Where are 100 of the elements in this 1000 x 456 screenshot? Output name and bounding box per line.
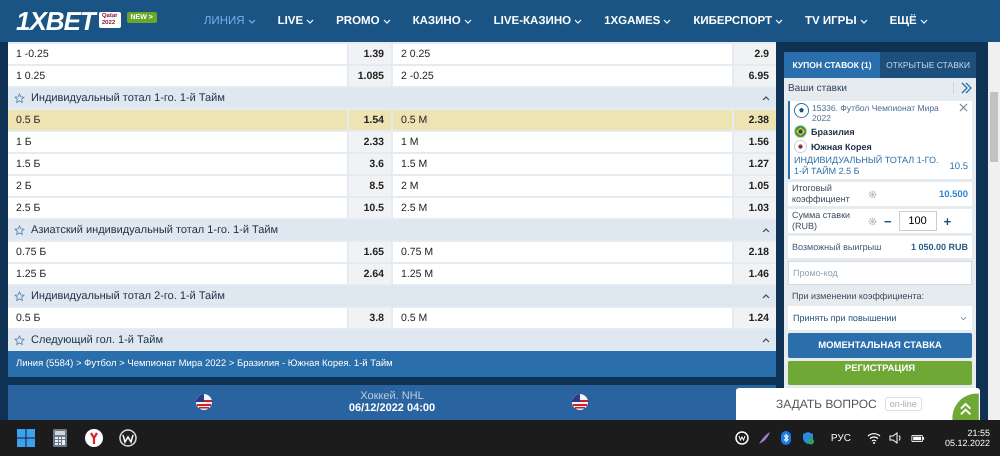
nav-item[interactable]: ЕЩЁ — [878, 15, 939, 27]
market-header[interactable]: Индивидуальный тотал 2-го. 1-й Тайм — [8, 286, 776, 306]
odds-cell[interactable]: 2.9 — [734, 44, 776, 64]
nav-item[interactable]: КИБЕРСПОРТ — [682, 15, 794, 27]
odds-cell[interactable]: 2.64 — [349, 264, 391, 284]
odds-cell[interactable]: 2.18 — [734, 242, 776, 262]
outcome-cell[interactable]: 2 М — [393, 176, 732, 196]
event-name: 15336. Футбол Чемпионат Мира 2022 — [812, 103, 940, 123]
windows-start-icon[interactable] — [16, 428, 36, 448]
outcome-cell[interactable]: 0.5 М — [393, 308, 732, 328]
sport-label: Хоккей. NHL — [360, 390, 424, 402]
outcome-cell[interactable]: 0.5 М — [393, 110, 732, 130]
odds-cell[interactable]: 6.95 — [734, 66, 776, 86]
market-title: Следующий гол. 1-й Тайм — [31, 334, 164, 346]
outcome-cell[interactable]: 0.5 Б — [8, 110, 347, 130]
logo[interactable]: 1XBET — [16, 6, 95, 36]
event-banner[interactable]: Хоккей. NHL 06/12/2022 04:00 — [8, 384, 776, 420]
odds-change-dropdown[interactable]: Принять при повышении — [788, 306, 972, 330]
promo-code-field[interactable]: Промо-код — [788, 261, 972, 285]
feather-icon[interactable] — [756, 431, 771, 445]
double-chevron-icon[interactable] — [953, 82, 972, 94]
chevron-down-icon[interactable] — [248, 18, 256, 24]
market-header[interactable]: Азиатский индивидуальный тотал 1-го. 1-й Тайм — [8, 220, 776, 240]
nav-item[interactable]: TV ИГРЫ — [794, 15, 879, 27]
chevron-down-icon[interactable] — [960, 316, 967, 320]
outcome-cell[interactable]: 1.5 М — [393, 154, 732, 174]
language-indicator[interactable]: РУС — [830, 432, 851, 444]
close-icon[interactable] — [959, 103, 968, 112]
decrease-button[interactable]: − — [881, 214, 895, 228]
odds-cell[interactable]: 1.05 — [734, 176, 776, 196]
clock-date[interactable]: 05.12.2022 — [944, 438, 990, 448]
event-date: 06/12/2022 04:00 — [348, 402, 436, 414]
odds-cell[interactable]: 1.085 — [349, 66, 391, 86]
app-icon[interactable] — [118, 428, 138, 448]
chat-widget[interactable]: ЗАДАТЬ ВОПРОС on-line — [736, 388, 980, 420]
flag-icon — [572, 394, 588, 410]
total-odds-label: Итоговый коэффициент — [792, 183, 851, 205]
outcome-cell[interactable]: 1 М — [393, 132, 732, 152]
nav-item[interactable]: LIVE — [266, 15, 326, 27]
outcome-cell[interactable]: 1.5 Б — [8, 154, 347, 174]
outcome-cell[interactable]: 2.5 М — [393, 198, 732, 218]
odds-cell[interactable]: 8.5 — [349, 176, 391, 196]
odds-cell[interactable]: 2.38 — [734, 110, 776, 130]
outcome-cell[interactable]: 2.5 Б — [8, 198, 347, 218]
your-bets-label: Ваши ставки — [788, 82, 847, 94]
team-name: Бразилия — [811, 126, 855, 136]
outcome-cell[interactable]: 2 Б — [8, 176, 347, 196]
clock-time[interactable]: 21:55 — [967, 428, 990, 438]
outcome-cell[interactable]: 2 -0.25 — [393, 66, 732, 86]
odds-cell[interactable]: 1.24 — [734, 308, 776, 328]
nav-item[interactable]: PROMO — [325, 15, 402, 27]
breadcrumb[interactable]: Линия (5584) > Футбол > Чемпионат Мира 2022 > Бразилия - Южная Корея. 1-й Тайм — [8, 350, 776, 377]
market-title: Азиатский индивидуальный тотал 1-го. 1-й Тайм — [31, 224, 280, 236]
outcome-cell[interactable]: 0.75 Б — [8, 242, 347, 262]
shield-icon[interactable] — [800, 431, 815, 445]
outcome-cell[interactable]: 1 0.25 — [8, 66, 347, 86]
outcome-cell[interactable]: 1 -0.25 — [8, 44, 347, 64]
odds-cell[interactable]: 1.65 — [349, 242, 391, 262]
star-icon[interactable] — [14, 92, 25, 104]
team-name: Южная Корея — [811, 142, 872, 152]
outcome-cell[interactable]: 2 0.25 — [393, 44, 732, 64]
coupon-tab[interactable]: КУПОН СТАВОК (1) — [784, 52, 880, 78]
outcome-cell[interactable]: 0.5 Б — [8, 308, 347, 328]
bet-odds: 10.5 — [950, 160, 968, 172]
star-icon[interactable] — [14, 224, 25, 236]
outcome-cell[interactable]: 1.25 М — [393, 264, 732, 284]
outcome-cell[interactable]: 0.75 М — [393, 242, 732, 262]
odds-cell[interactable]: 1.46 — [734, 264, 776, 284]
odds-cell[interactable]: 1.39 — [349, 44, 391, 64]
wifi-icon[interactable] — [866, 431, 881, 445]
browser-icon[interactable] — [84, 428, 104, 448]
market-header[interactable]: Индивидуальный тотал 1-го. 1-й Тайм — [8, 88, 776, 108]
outcome-cell[interactable]: 1 Б — [8, 132, 347, 152]
star-icon[interactable] — [14, 290, 25, 302]
flag-icon — [196, 394, 212, 410]
stake-field[interactable]: 100 — [898, 211, 937, 231]
odds-cell[interactable]: 2.33 — [349, 132, 391, 152]
odds-cell[interactable]: 3.6 — [349, 154, 391, 174]
odds-cell[interactable]: 3.8 — [349, 308, 391, 328]
odds-cell[interactable]: 1.54 — [349, 110, 391, 130]
quick-bet-button[interactable]: МОМЕНТАЛЬНАЯ СТАВКА — [788, 333, 972, 358]
increase-button[interactable]: + — [940, 214, 954, 228]
odds-cell[interactable]: 1.03 — [734, 198, 776, 218]
odds-cell[interactable]: 1.56 — [734, 132, 776, 152]
nav-item[interactable]: LIVE-КАЗИНО — [482, 15, 594, 27]
bluetooth-icon[interactable] — [778, 431, 793, 445]
nav-item[interactable]: 1XGAMES — [593, 15, 682, 27]
market-header[interactable]: Следующий гол. 1-й Тайм — [8, 330, 776, 350]
nav-item[interactable]: КАЗИНО — [402, 15, 483, 27]
star-icon[interactable] — [14, 334, 25, 346]
volume-icon[interactable] — [888, 431, 903, 445]
stake-label: Сумма ставки (RUB) — [792, 210, 852, 232]
market-title: Индивидуальный тотал 1-го. 1-й Тайм — [31, 92, 226, 104]
scrollbar[interactable] — [988, 42, 1000, 420]
outcome-cell[interactable]: 1.25 Б — [8, 264, 347, 284]
app-tray-icon[interactable] — [734, 431, 749, 445]
odds-cell[interactable]: 10.5 — [349, 198, 391, 218]
calculator-icon[interactable] — [50, 428, 70, 448]
odds-cell[interactable]: 1.27 — [734, 154, 776, 174]
coupon-tab[interactable]: ОТКРЫТЫЕ СТАВКИ — [880, 52, 976, 78]
